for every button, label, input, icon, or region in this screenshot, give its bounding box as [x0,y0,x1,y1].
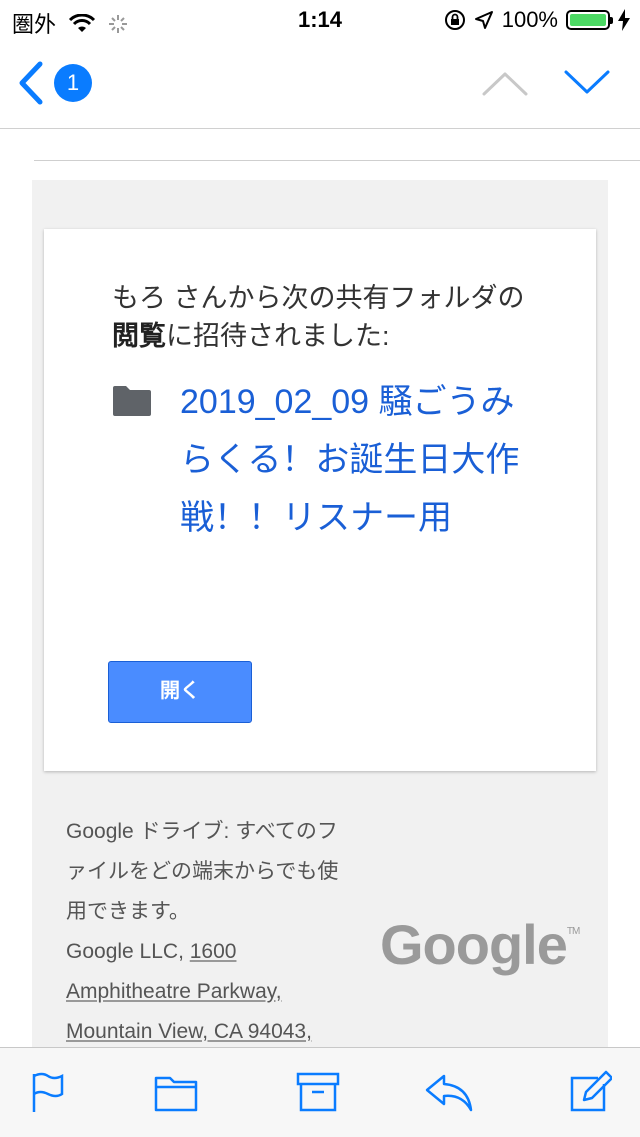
mail-nav-bar: 1 [0,40,640,129]
status-right: 100% [444,7,630,33]
charging-bolt-icon [618,9,630,31]
next-message-chevron-icon[interactable] [562,68,612,98]
footer-address-block: Google LLC, 1600 Amphitheatre Parkway, M… [66,940,312,1043]
back-chevron-icon[interactable] [14,58,48,108]
orientation-lock-icon [444,10,465,30]
folder-icon [113,386,151,416]
flag-icon[interactable] [26,1070,70,1114]
previous-message-chevron-icon[interactable] [480,68,530,98]
invite-message: もろ さんから次の共有フォルダの閲覧に招待されました: [112,283,525,351]
status-bar: 圏外 1:14 100% [0,0,640,40]
bottom-toolbar [0,1047,640,1137]
folder-move-icon[interactable] [154,1070,198,1114]
archive-icon[interactable] [296,1070,340,1114]
footer-tagline: Google ドライブ: すべてのファイルをどの端末からでも使用できます。 [66,820,339,923]
battery-percent: 100% [501,7,558,32]
location-arrow-icon [474,11,493,29]
share-invite-card: もろ さんから次の共有フォルダの閲覧に招待されました: 2019_02_09 騒… [44,229,596,771]
email-footer: Google ドライブ: すべてのファイルをどの端末からでも使用できます。 Go… [66,812,346,1052]
header-divider [34,160,640,161]
battery-icon [566,10,613,30]
shared-folder-link[interactable]: 2019_02_09 騒ごうみらくる！お誕生日大作戦！！リスナー用 [180,373,520,547]
google-logo: GoogleTM [380,913,580,976]
permission-level: 閲覧 [112,321,166,351]
open-button[interactable]: 開く [108,661,252,723]
compose-icon[interactable] [568,1070,612,1114]
reply-icon[interactable] [424,1070,474,1114]
unread-count-badge[interactable]: 1 [54,64,92,102]
